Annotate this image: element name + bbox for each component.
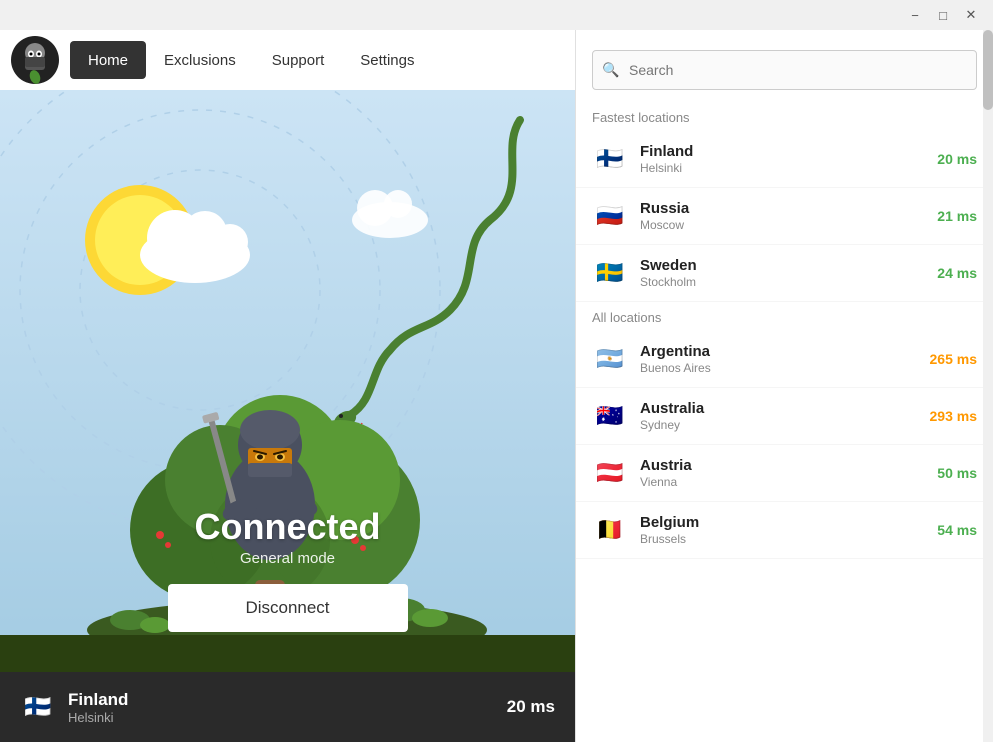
search-box: 🔍 — [592, 50, 977, 90]
australia-country: Australia — [640, 400, 930, 417]
bottom-country-name: Finland — [68, 690, 507, 710]
scrollbar-thumb[interactable] — [983, 30, 993, 110]
finland-info: Finland Helsinki — [640, 143, 937, 175]
argentina-country: Argentina — [640, 343, 930, 360]
nav-home[interactable]: Home — [70, 41, 146, 79]
nav-support[interactable]: Support — [254, 41, 343, 79]
russia-city: Moscow — [640, 218, 937, 232]
nav-settings[interactable]: Settings — [342, 41, 432, 79]
sweden-info: Sweden Stockholm — [640, 257, 937, 289]
right-panel: 🔍 Fastest locations 🇫🇮 Finland Helsinki … — [575, 30, 993, 742]
australia-ping: 293 ms — [930, 408, 977, 424]
list-item[interactable]: 🇦🇹 Austria Vienna 50 ms — [576, 445, 993, 502]
list-item[interactable]: 🇦🇺 Australia Sydney 293 ms — [576, 388, 993, 445]
list-item[interactable]: 🇷🇺 Russia Moscow 21 ms — [576, 188, 993, 245]
argentina-city: Buenos Aires — [640, 361, 930, 375]
bottom-location-info: Finland Helsinki — [68, 690, 507, 725]
maximize-button[interactable]: □ — [929, 1, 957, 29]
austria-country: Austria — [640, 457, 937, 474]
close-button[interactable]: ✕ — [957, 1, 985, 29]
list-item[interactable]: 🇧🇪 Belgium Brussels 54 ms — [576, 502, 993, 559]
list-item[interactable]: 🇸🇪 Sweden Stockholm 24 ms — [576, 245, 993, 302]
mode-text: General mode — [194, 550, 380, 567]
bottom-flag: 🇫🇮 — [20, 689, 56, 725]
connected-text: Connected — [194, 506, 380, 548]
austria-city: Vienna — [640, 475, 937, 489]
austria-info: Austria Vienna — [640, 457, 937, 489]
belgium-country: Belgium — [640, 514, 937, 531]
list-item[interactable]: 🇫🇮 Finland Helsinki 20 ms — [576, 131, 993, 188]
australia-city: Sydney — [640, 418, 930, 432]
sweden-country: Sweden — [640, 257, 937, 274]
russia-ping: 21 ms — [937, 208, 977, 224]
status-overlay: Connected General mode — [194, 506, 380, 567]
argentina-flag: 🇦🇷 — [592, 341, 628, 377]
disconnect-button[interactable]: Disconnect — [168, 584, 408, 632]
minimize-button[interactable]: − — [901, 1, 929, 29]
australia-info: Australia Sydney — [640, 400, 930, 432]
belgium-flag: 🇧🇪 — [592, 512, 628, 548]
belgium-city: Brussels — [640, 532, 937, 546]
finland-ping: 20 ms — [937, 151, 977, 167]
bottom-ping: 20 ms — [507, 697, 555, 717]
nav-exclusions[interactable]: Exclusions — [146, 41, 254, 79]
fastest-locations-header: Fastest locations — [576, 102, 993, 131]
belgium-ping: 54 ms — [937, 522, 977, 538]
argentina-ping: 265 ms — [930, 351, 977, 367]
finland-flag: 🇫🇮 — [592, 141, 628, 177]
finland-city: Helsinki — [640, 161, 937, 175]
belgium-info: Belgium Brussels — [640, 514, 937, 546]
bottom-city: Helsinki — [68, 710, 507, 725]
russia-country: Russia — [640, 200, 937, 217]
sweden-city: Stockholm — [640, 275, 937, 289]
finland-country: Finland — [640, 143, 937, 160]
search-icon: 🔍 — [602, 62, 619, 79]
scrollbar-track — [983, 30, 993, 742]
sweden-flag: 🇸🇪 — [592, 255, 628, 291]
nav-bar: Home Exclusions Support Settings — [0, 30, 575, 90]
austria-flag: 🇦🇹 — [592, 455, 628, 491]
russia-info: Russia Moscow — [640, 200, 937, 232]
russia-flag: 🇷🇺 — [592, 198, 628, 234]
search-input[interactable] — [592, 50, 977, 90]
australia-flag: 🇦🇺 — [592, 398, 628, 434]
austria-ping: 50 ms — [937, 465, 977, 481]
argentina-info: Argentina Buenos Aires — [640, 343, 930, 375]
list-item[interactable]: 🇦🇷 Argentina Buenos Aires 265 ms — [576, 331, 993, 388]
title-bar: − □ ✕ — [0, 0, 993, 30]
sweden-ping: 24 ms — [937, 265, 977, 281]
app-logo — [10, 35, 60, 85]
left-panel: Connected General mode Disconnect — [0, 90, 575, 742]
bottom-bar: 🇫🇮 Finland Helsinki 20 ms — [0, 672, 575, 742]
all-locations-header: All locations — [576, 302, 993, 331]
